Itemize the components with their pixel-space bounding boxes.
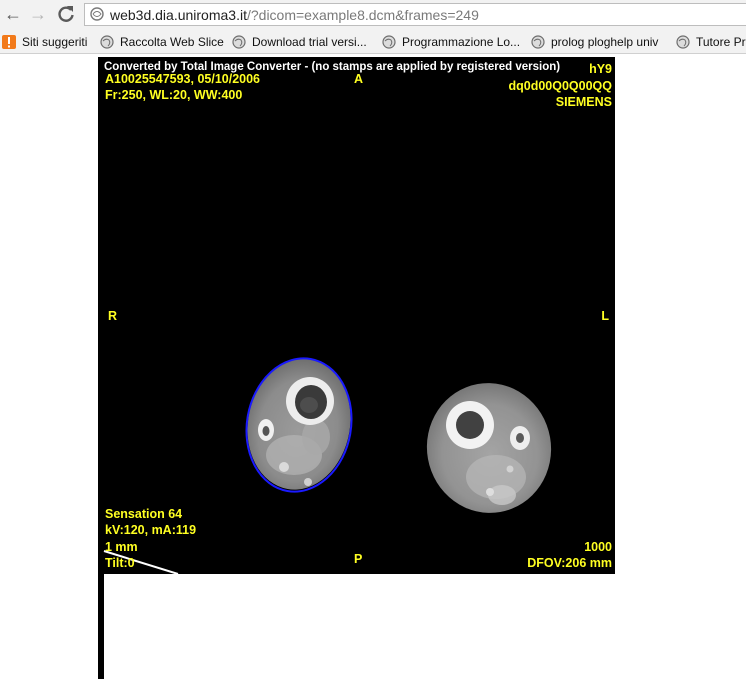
- globe-icon: [676, 35, 690, 49]
- overlay-value: 1000: [584, 540, 612, 554]
- globe-icon: [232, 35, 246, 49]
- bookmark-label: Download trial versi...: [252, 35, 367, 49]
- orientation-bottom: P: [354, 552, 363, 566]
- page-info-icon[interactable]: [90, 7, 104, 21]
- overlay-exposure: kV:120, mA:119: [105, 523, 197, 537]
- right-limb-section: [426, 383, 552, 513]
- overlay-manufacturer: SIEMENS: [555, 95, 612, 109]
- url-text[interactable]: web3d.dia.uniroma3.it/?dicom=example8.dc…: [110, 6, 479, 24]
- suggested-sites-icon: [2, 35, 16, 49]
- overlay-slice-thickness: 1 mm: [105, 540, 138, 554]
- overlay-watermark: Converted by Total Image Converter - (no…: [104, 61, 561, 73]
- bookmark-label: Siti suggeriti: [22, 35, 88, 49]
- overlay-window-info: Fr:250, WL:20, WW:400: [105, 88, 243, 102]
- url-host: web3d.dia.uniroma3.it: [110, 7, 247, 23]
- back-icon[interactable]: ←: [2, 3, 24, 25]
- orientation-top: A: [354, 72, 364, 86]
- overlay-tilt: Tilt:0: [105, 556, 135, 570]
- bookmark-label: Programmazione Lo...: [402, 35, 521, 49]
- viewer-blank-area: [104, 574, 615, 679]
- globe-icon: [382, 35, 396, 49]
- browser-toolbar: ← → web3d.dia.uniroma3.it/?dicom=example…: [0, 0, 746, 30]
- orientation-left: R: [108, 309, 118, 323]
- dicom-viewport[interactable]: A10025547593, 05/10/2006 Fr:250, WL:20, …: [98, 57, 615, 574]
- left-limb-section: [245, 357, 353, 493]
- bookmark-label: Raccolta Web Slice: [120, 35, 224, 49]
- overlay-dfov: DFOV:206 mm: [527, 556, 612, 570]
- overlay-patient-code: hY9: [589, 62, 612, 76]
- overlay-patient-name: dq0d00Q0Q00QQ: [508, 79, 612, 93]
- address-bar[interactable]: web3d.dia.uniroma3.it/?dicom=example8.dc…: [84, 3, 746, 26]
- bookmark-label: prolog ploghelp univ: [551, 35, 659, 49]
- ct-slice-image: [103, 357, 552, 574]
- forward-icon[interactable]: →: [27, 3, 49, 25]
- reload-icon[interactable]: [55, 3, 77, 25]
- bookmarks-bar: Siti suggeriti Raccolta Web Slice Downlo…: [0, 30, 746, 54]
- orientation-right: L: [601, 309, 609, 323]
- globe-icon: [100, 35, 114, 49]
- url-path: /?dicom=example8.dcm&frames=249: [246, 7, 479, 23]
- bookmark-label: Tutore Pr: [696, 35, 746, 49]
- overlay-scanner-model: Sensation 64: [105, 507, 183, 521]
- globe-icon: [531, 35, 545, 49]
